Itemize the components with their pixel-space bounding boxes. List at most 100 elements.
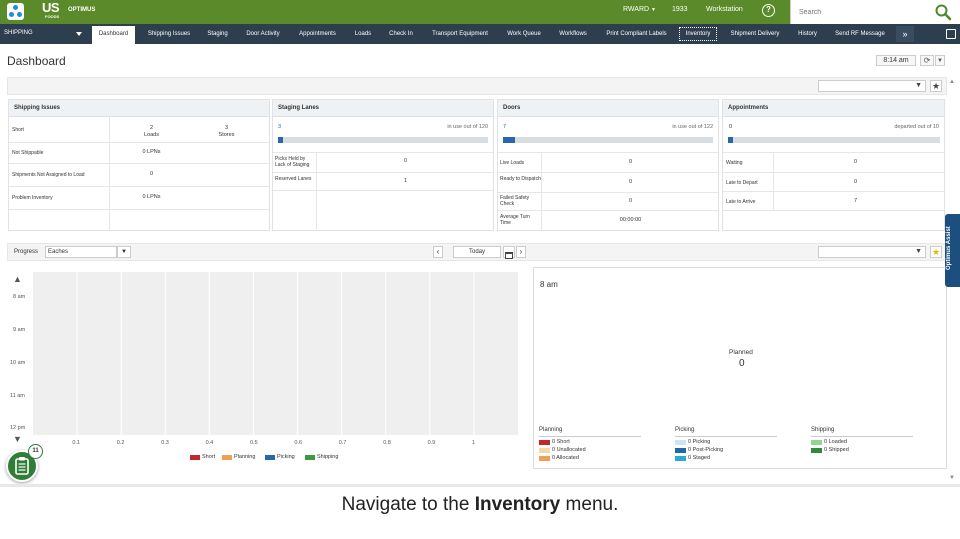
scroll-up-arrow-icon[interactable]: ▲: [13, 274, 22, 284]
filter-dropdown[interactable]: ▼: [818, 80, 926, 92]
search-input[interactable]: [799, 5, 919, 19]
date-field[interactable]: Today: [453, 246, 501, 258]
tab-loads[interactable]: Loads: [348, 26, 378, 42]
doors-progress-fill: [503, 137, 515, 143]
legend-swatch: [539, 456, 550, 461]
y-tick-label: 10 am: [10, 360, 26, 366]
caption-prefix: Navigate to the: [341, 494, 475, 515]
tab-dashboard[interactable]: Dashboard: [92, 26, 135, 44]
help-icon[interactable]: ?: [762, 4, 775, 17]
instruction-caption: Navigate to the Inventory menu.: [0, 494, 960, 516]
favorite-star-icon[interactable]: ★: [930, 80, 942, 92]
section-selector[interactable]: SHIPPING: [4, 30, 33, 36]
group-title-shipping: Shipping: [811, 427, 835, 433]
more-tabs-icon[interactable]: »: [896, 26, 914, 42]
late-to-depart-value[interactable]: 0: [833, 179, 878, 185]
departed-text: departed out of 10: [894, 124, 939, 130]
scroll-down-arrow-icon[interactable]: ▼: [13, 434, 22, 444]
panel-title: Appointments: [723, 100, 944, 117]
chevron-down-icon[interactable]: ▼: [117, 246, 131, 258]
exit-icon[interactable]: [946, 29, 956, 39]
calendar-icon[interactable]: [503, 246, 515, 259]
legend-swatch: [539, 440, 550, 445]
app-root: US FOODS OPTIMUS RWARD ▼ 1933 Workstatio…: [0, 0, 960, 539]
row-label-failed-safety: Failed Safety Check: [500, 195, 530, 207]
panel-title: Shipping Issues: [9, 100, 269, 117]
short-stores-value[interactable]: 3: [204, 125, 249, 131]
favorite-star-icon[interactable]: ★: [930, 246, 942, 258]
chevron-down-icon: ▼: [915, 248, 922, 255]
avg-turn-time-value[interactable]: 00:00:00: [608, 217, 653, 223]
legend-item: 0 Unallocated: [552, 447, 586, 453]
search-container: [790, 0, 960, 24]
x-tick-label: 0.9: [427, 440, 436, 446]
tab-appointments[interactable]: Appointments: [292, 26, 343, 42]
next-day-icon[interactable]: ›: [516, 246, 526, 258]
chevron-down-icon[interactable]: [76, 32, 82, 36]
not-assigned-value[interactable]: 0: [129, 171, 174, 177]
unit-select[interactable]: Eaches: [45, 246, 117, 258]
legend-item: 0 Loaded: [824, 439, 847, 445]
tab-shipping-issues[interactable]: Shipping Issues: [141, 26, 197, 42]
picks-held-value[interactable]: 0: [383, 158, 428, 164]
app-launcher-icon[interactable]: [7, 3, 24, 20]
tab-transport-equipment[interactable]: Transport Equipment: [424, 26, 496, 42]
tab-check-in[interactable]: Check In: [383, 26, 419, 42]
staging-in-use-count[interactable]: 3: [278, 124, 281, 130]
row-label-live-loads: Live Loads: [500, 160, 525, 166]
tab-send-rf-message[interactable]: Send RF Message: [829, 26, 891, 42]
tab-print-compliant-labels[interactable]: Print Compliant Labels: [599, 26, 674, 42]
y-tick-label: 12 pm: [10, 425, 26, 431]
x-tick-label: 0.1: [72, 440, 81, 446]
reserved-lanes-value[interactable]: 1: [383, 178, 428, 184]
departed-count[interactable]: 0: [729, 124, 732, 130]
short-loads-value[interactable]: 2: [129, 125, 174, 131]
legend-label[interactable]: Planning: [234, 454, 255, 460]
row-label-not-assigned: Shipments Not Assigned to Load: [12, 172, 85, 178]
failed-safety-value[interactable]: 0: [608, 198, 653, 204]
row-label-short: Short: [12, 127, 24, 133]
legend-swatch: [539, 448, 550, 453]
short-stores-unit: Stores: [218, 132, 235, 138]
previous-day-icon[interactable]: ‹: [433, 246, 443, 258]
tab-history[interactable]: History: [791, 26, 824, 42]
page-scroll-down-icon[interactable]: ▼: [949, 475, 955, 481]
tab-workflows[interactable]: Workflows: [552, 26, 594, 42]
live-loads-value[interactable]: 0: [608, 159, 653, 165]
not-shippable-value[interactable]: 0 LPNs: [129, 149, 174, 155]
tab-inventory[interactable]: Inventory: [678, 26, 718, 42]
legend-label[interactable]: Picking: [277, 454, 295, 460]
planned-value: 0: [739, 358, 745, 369]
row-label-reserved-lanes: Reserved Lanes: [275, 176, 312, 182]
staging-progress-bar: [278, 137, 488, 143]
progress-filter-dropdown[interactable]: ▼: [818, 246, 926, 258]
ready-to-dispatch-value[interactable]: 0: [608, 179, 653, 185]
doors-in-use-count[interactable]: 7: [503, 124, 506, 130]
workstation-link[interactable]: Workstation: [706, 6, 743, 13]
chevron-down-icon: ▼: [651, 7, 656, 13]
legend-swatch: [811, 448, 822, 453]
late-to-arrive-value[interactable]: 7: [833, 198, 878, 204]
row-label-late-to-depart: Late to Depart: [726, 180, 758, 186]
staging-progress-fill: [278, 137, 284, 143]
progress-toolbar: Progress Eaches ▼ ‹ Today › ▼ ★: [7, 243, 947, 261]
current-time: 8:14 am: [876, 55, 916, 66]
search-icon[interactable]: [934, 3, 952, 21]
tab-door-activity[interactable]: Door Activity: [238, 26, 288, 42]
refresh-icon[interactable]: ⟳: [920, 55, 934, 66]
legend-label[interactable]: Short: [202, 454, 215, 460]
legend-item: 0 Post-Picking: [688, 447, 724, 453]
waiting-value[interactable]: 0: [833, 159, 878, 165]
legend-item: 0 Short: [552, 439, 570, 445]
divider: [0, 484, 960, 487]
refresh-options-icon[interactable]: ▼: [935, 55, 945, 66]
site-number[interactable]: 1933: [672, 6, 688, 13]
user-menu[interactable]: RWARD ▼: [623, 6, 656, 13]
tab-shipment-delivery[interactable]: Shipment Delivery: [724, 26, 786, 42]
tab-staging[interactable]: Staging: [202, 26, 233, 42]
plot-background: [33, 272, 518, 435]
tab-work-queue[interactable]: Work Queue: [501, 26, 547, 42]
problem-inventory-value[interactable]: 0 LPNs: [129, 194, 174, 200]
legend-label[interactable]: Shipping: [317, 454, 338, 460]
page-scroll-up-icon[interactable]: ▲: [949, 79, 955, 85]
